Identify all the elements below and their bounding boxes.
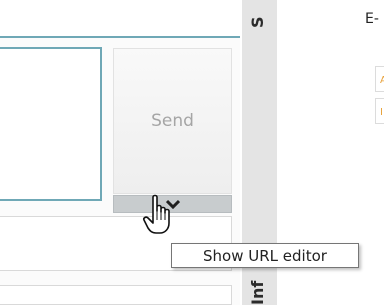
right-panel-field-2-text: I	[380, 107, 383, 118]
right-panel-label: E-	[365, 11, 379, 27]
right-panel-field-2[interactable]: I	[375, 98, 384, 124]
vertical-tab-top[interactable]: S	[248, 0, 267, 28]
tooltip: Show URL editor	[171, 243, 359, 268]
hand-pointer-cursor-icon	[143, 194, 170, 234]
bottom-input-field[interactable]	[0, 285, 232, 305]
right-panel-field-1[interactable]: A	[375, 66, 384, 92]
send-button[interactable]: Send	[113, 48, 232, 194]
right-panel-field-1-text: A	[380, 75, 384, 86]
tooltip-text: Show URL editor	[203, 246, 327, 265]
send-button-label: Send	[151, 111, 194, 131]
vertical-tab-info[interactable]: Inf	[248, 270, 267, 305]
top-input-field[interactable]	[0, 0, 240, 38]
message-textarea[interactable]	[0, 47, 102, 201]
